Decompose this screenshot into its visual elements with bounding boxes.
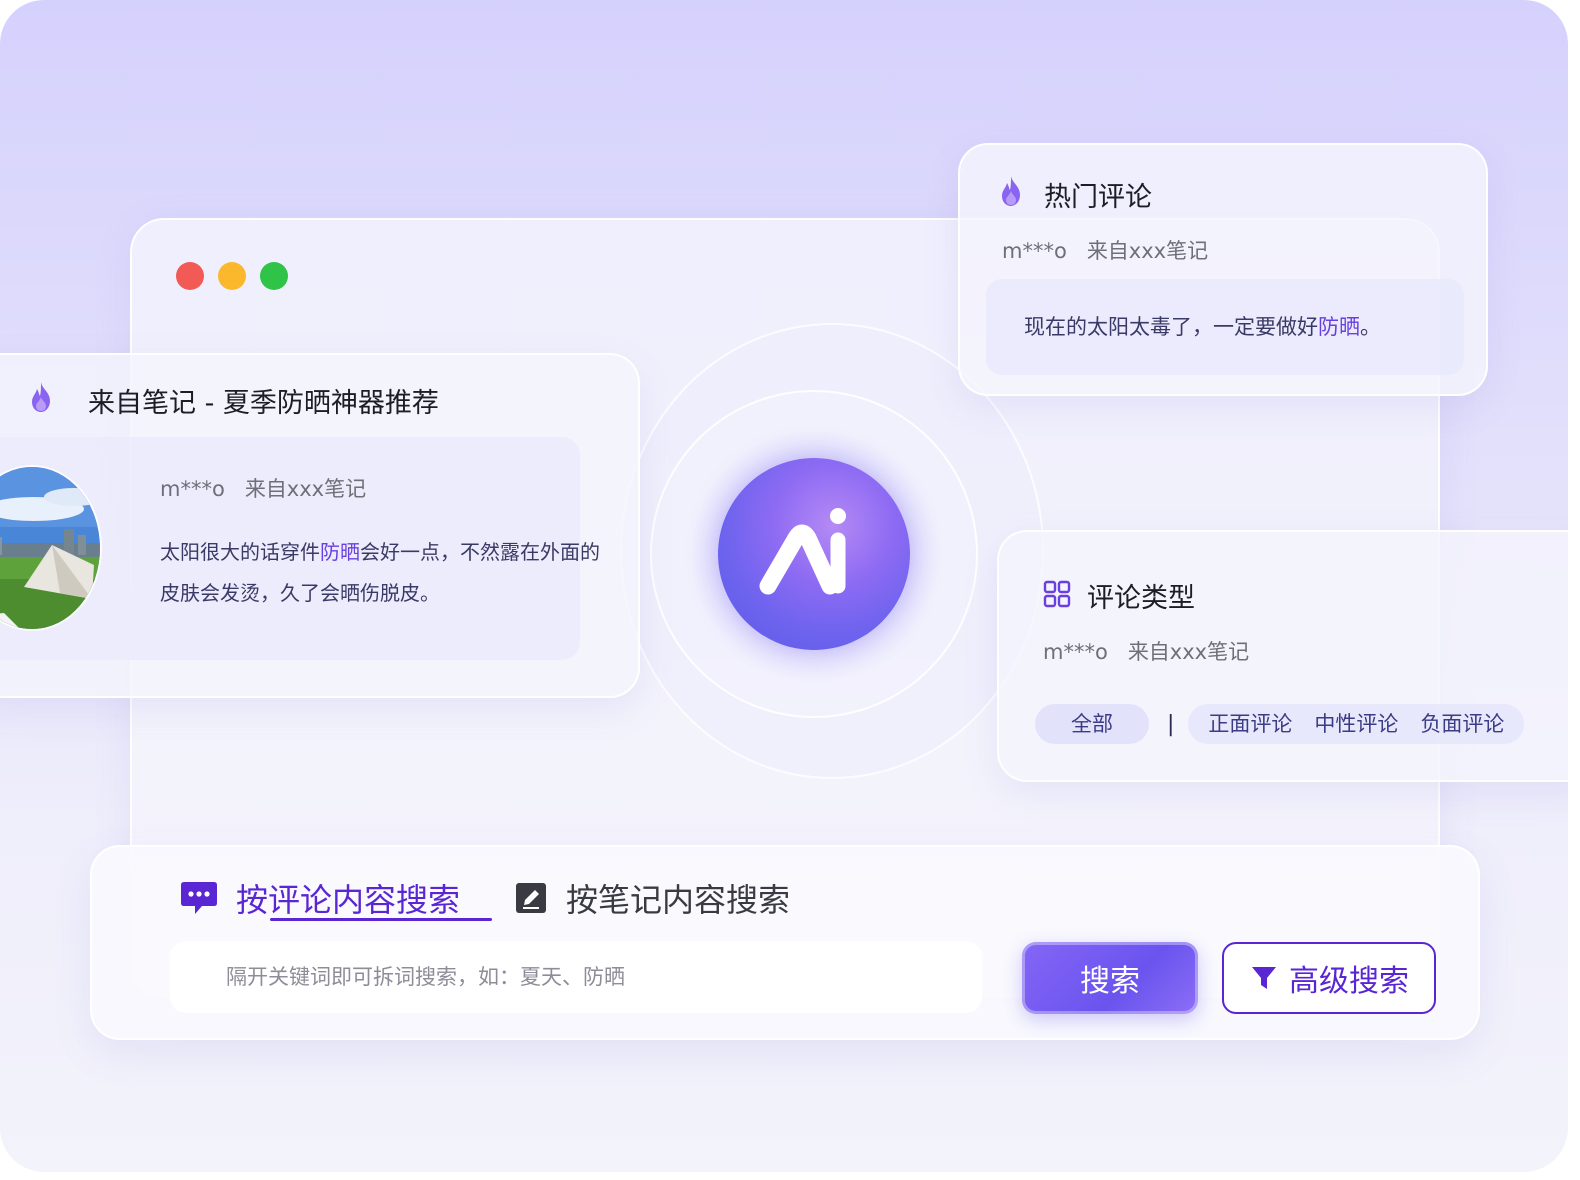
comment-type-card: 评论类型 m***o 来自xxx笔记 全部 | 正面评论 中性评论 负面评论 [997, 530, 1568, 782]
type-card-meta: m***o 来自xxx笔记 [1043, 636, 1249, 666]
note-card-meta: m***o 来自xxx笔记 [160, 473, 366, 503]
hot-card-source: 来自xxx笔记 [1086, 239, 1209, 263]
tab-comment-label: 按评论内容搜索 [236, 881, 461, 919]
tab-note-label: 按笔记内容搜索 [566, 881, 791, 919]
note-text-before: 太阳很大的话穿件 [160, 540, 320, 564]
chip-positive[interactable]: 正面评论 [1208, 704, 1292, 744]
flame-icon [32, 382, 50, 412]
tab-search-by-comment[interactable]: 按评论内容搜索 [180, 875, 460, 921]
note-card-source: 来自xxx笔记 [244, 477, 367, 501]
search-input[interactable] [170, 941, 982, 1013]
sentiment-chip-group: 正面评论 中性评论 负面评论 [1188, 704, 1525, 744]
chip-neutral[interactable]: 中性评论 [1314, 704, 1398, 744]
hot-comment-text: 现在的太阳太毒了，一定要做好防晒。 [1024, 311, 1381, 341]
ai-logo-icon [759, 508, 846, 595]
advanced-search-label: 高级搜索 [1289, 964, 1409, 999]
advanced-search-button[interactable]: 高级搜索 [1222, 942, 1436, 1014]
note-card-title: 来自笔记 - 夏季防晒神器推荐 [88, 388, 439, 419]
search-panel: 按评论内容搜索 按笔记内容搜索 搜索 高级搜索 [90, 845, 1480, 1040]
hot-card-user: m***o [1002, 239, 1067, 263]
hot-text-after: 。 [1360, 315, 1381, 339]
chip-separator: | [1167, 711, 1175, 737]
edit-note-icon [516, 883, 546, 913]
minimize-window-button[interactable] [218, 262, 246, 290]
hot-comment-card: 热门评论 m***o 来自xxx笔记 现在的太阳太毒了，一定要做好防晒。 [958, 143, 1488, 396]
note-card: 来自笔记 - 夏季防晒神器推荐 m***o 来自xxx笔记 太阳很大的话穿件防晒… [0, 353, 640, 698]
type-card-title: 评论类型 [1087, 583, 1195, 614]
note-card-user: m***o [160, 477, 225, 501]
hot-text-before: 现在的太阳太毒了，一定要做好 [1024, 315, 1318, 339]
grid-icon [1043, 580, 1071, 608]
window-controls [176, 262, 288, 290]
active-tab-underline [270, 918, 492, 921]
hot-card-title: 热门评论 [1044, 182, 1152, 213]
type-card-source: 来自xxx笔记 [1127, 640, 1250, 664]
search-button[interactable]: 搜索 [1022, 942, 1198, 1014]
hot-comment-panel: 现在的太阳太毒了，一定要做好防晒。 [986, 279, 1464, 375]
ai-logo[interactable] [718, 458, 910, 650]
close-window-button[interactable] [176, 262, 204, 290]
app-canvas: 来自笔记 - 夏季防晒神器推荐 m***o 来自xxx笔记 太阳很大的话穿件防晒… [0, 0, 1568, 1172]
tab-search-by-note[interactable]: 按笔记内容搜索 [514, 875, 790, 921]
filter-icon [1252, 967, 1276, 989]
comment-type-filters: 全部 | 正面评论 中性评论 负面评论 [1035, 704, 1525, 744]
chip-negative[interactable]: 负面评论 [1420, 704, 1504, 744]
chip-all[interactable]: 全部 [1035, 704, 1149, 744]
hot-card-meta: m***o 来自xxx笔记 [1002, 235, 1208, 265]
note-keyword: 防晒 [320, 540, 360, 564]
maximize-window-button[interactable] [260, 262, 288, 290]
flame-icon [1002, 176, 1020, 206]
hot-keyword: 防晒 [1318, 315, 1360, 339]
type-card-user: m***o [1043, 640, 1108, 664]
comment-bubble-icon [181, 882, 217, 914]
note-card-text: 太阳很大的话穿件防晒会好一点，不然露在外面的皮肤会发烫，久了会晒伤脱皮。 [160, 532, 600, 614]
